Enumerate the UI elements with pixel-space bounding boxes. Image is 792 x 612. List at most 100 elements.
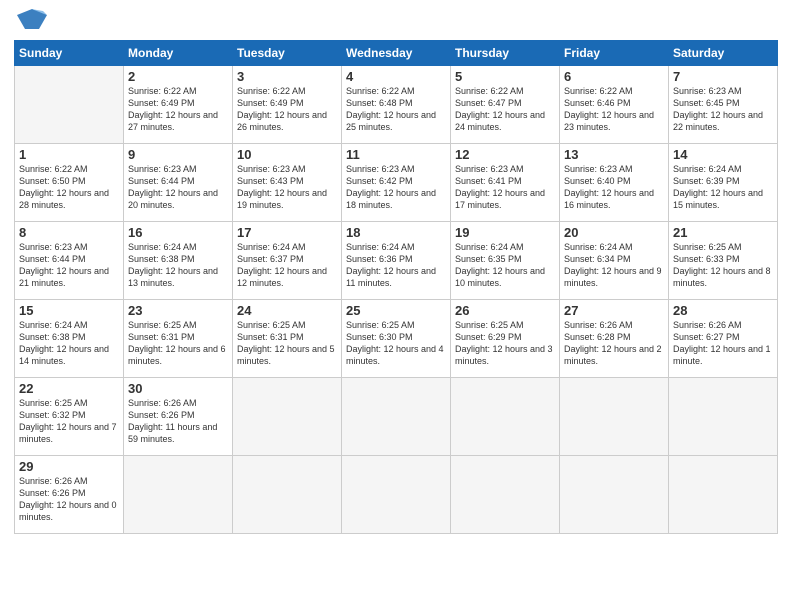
calendar-cell: 12 Sunrise: 6:23 AMSunset: 6:41 PMDaylig…	[451, 143, 560, 221]
calendar-cell	[560, 455, 669, 533]
cell-content: Sunrise: 6:23 AMSunset: 6:44 PMDaylight:…	[19, 242, 109, 288]
day-number: 24	[237, 303, 337, 318]
cell-content: Sunrise: 6:26 AMSunset: 6:26 PMDaylight:…	[19, 476, 117, 522]
day-header-friday: Friday	[560, 40, 669, 65]
calendar-cell: 22 Sunrise: 6:25 AMSunset: 6:32 PMDaylig…	[15, 377, 124, 455]
cell-content: Sunrise: 6:23 AMSunset: 6:42 PMDaylight:…	[346, 164, 436, 210]
cell-content: Sunrise: 6:25 AMSunset: 6:29 PMDaylight:…	[455, 320, 553, 366]
day-number: 8	[19, 225, 119, 240]
cell-content: Sunrise: 6:22 AMSunset: 6:49 PMDaylight:…	[237, 86, 327, 132]
calendar-cell: 27 Sunrise: 6:26 AMSunset: 6:28 PMDaylig…	[560, 299, 669, 377]
calendar-cell: 24 Sunrise: 6:25 AMSunset: 6:31 PMDaylig…	[233, 299, 342, 377]
cell-content: Sunrise: 6:23 AMSunset: 6:45 PMDaylight:…	[673, 86, 763, 132]
day-header-saturday: Saturday	[669, 40, 778, 65]
day-number: 7	[673, 69, 773, 84]
day-number: 12	[455, 147, 555, 162]
calendar-body: 2 Sunrise: 6:22 AMSunset: 6:49 PMDayligh…	[15, 65, 778, 533]
day-number: 27	[564, 303, 664, 318]
calendar-cell: 13 Sunrise: 6:23 AMSunset: 6:40 PMDaylig…	[560, 143, 669, 221]
cell-content: Sunrise: 6:23 AMSunset: 6:40 PMDaylight:…	[564, 164, 654, 210]
calendar-week-5: 29 Sunrise: 6:26 AMSunset: 6:26 PMDaylig…	[15, 455, 778, 533]
day-number: 15	[19, 303, 119, 318]
day-number: 29	[19, 459, 119, 474]
logo	[14, 14, 47, 34]
cell-content: Sunrise: 6:23 AMSunset: 6:41 PMDaylight:…	[455, 164, 545, 210]
day-number: 18	[346, 225, 446, 240]
day-number: 14	[673, 147, 773, 162]
day-number: 19	[455, 225, 555, 240]
calendar-cell: 30 Sunrise: 6:26 AMSunset: 6:26 PMDaylig…	[124, 377, 233, 455]
calendar-cell: 25 Sunrise: 6:25 AMSunset: 6:30 PMDaylig…	[342, 299, 451, 377]
day-number: 20	[564, 225, 664, 240]
calendar-cell: 9 Sunrise: 6:23 AMSunset: 6:44 PMDayligh…	[124, 143, 233, 221]
cell-content: Sunrise: 6:26 AMSunset: 6:28 PMDaylight:…	[564, 320, 662, 366]
calendar-week-1: 1 Sunrise: 6:22 AMSunset: 6:50 PMDayligh…	[15, 143, 778, 221]
calendar-cell: 11 Sunrise: 6:23 AMSunset: 6:42 PMDaylig…	[342, 143, 451, 221]
day-number: 6	[564, 69, 664, 84]
day-number: 13	[564, 147, 664, 162]
calendar-cell	[451, 455, 560, 533]
calendar-cell: 19 Sunrise: 6:24 AMSunset: 6:35 PMDaylig…	[451, 221, 560, 299]
day-header-sunday: Sunday	[15, 40, 124, 65]
day-number: 17	[237, 225, 337, 240]
day-header-wednesday: Wednesday	[342, 40, 451, 65]
calendar-cell	[560, 377, 669, 455]
day-number: 25	[346, 303, 446, 318]
day-number: 16	[128, 225, 228, 240]
calendar-cell: 3 Sunrise: 6:22 AMSunset: 6:49 PMDayligh…	[233, 65, 342, 143]
cell-content: Sunrise: 6:24 AMSunset: 6:39 PMDaylight:…	[673, 164, 763, 210]
day-header-monday: Monday	[124, 40, 233, 65]
calendar-cell: 16 Sunrise: 6:24 AMSunset: 6:38 PMDaylig…	[124, 221, 233, 299]
day-number: 3	[237, 69, 337, 84]
calendar-cell: 23 Sunrise: 6:25 AMSunset: 6:31 PMDaylig…	[124, 299, 233, 377]
calendar-week-2: 8 Sunrise: 6:23 AMSunset: 6:44 PMDayligh…	[15, 221, 778, 299]
calendar-cell	[342, 455, 451, 533]
day-number: 30	[128, 381, 228, 396]
calendar-cell: 2 Sunrise: 6:22 AMSunset: 6:49 PMDayligh…	[124, 65, 233, 143]
day-number: 22	[19, 381, 119, 396]
cell-content: Sunrise: 6:24 AMSunset: 6:34 PMDaylight:…	[564, 242, 662, 288]
calendar-cell	[669, 455, 778, 533]
calendar-cell: 14 Sunrise: 6:24 AMSunset: 6:39 PMDaylig…	[669, 143, 778, 221]
day-number: 28	[673, 303, 773, 318]
calendar-table: SundayMondayTuesdayWednesdayThursdayFrid…	[14, 40, 778, 534]
calendar-cell	[669, 377, 778, 455]
calendar-cell: 21 Sunrise: 6:25 AMSunset: 6:33 PMDaylig…	[669, 221, 778, 299]
calendar-cell: 4 Sunrise: 6:22 AMSunset: 6:48 PMDayligh…	[342, 65, 451, 143]
calendar-cell	[342, 377, 451, 455]
cell-content: Sunrise: 6:22 AMSunset: 6:46 PMDaylight:…	[564, 86, 654, 132]
cell-content: Sunrise: 6:24 AMSunset: 6:38 PMDaylight:…	[19, 320, 109, 366]
calendar-cell	[233, 377, 342, 455]
calendar-cell: 6 Sunrise: 6:22 AMSunset: 6:46 PMDayligh…	[560, 65, 669, 143]
calendar-cell: 20 Sunrise: 6:24 AMSunset: 6:34 PMDaylig…	[560, 221, 669, 299]
cell-content: Sunrise: 6:24 AMSunset: 6:37 PMDaylight:…	[237, 242, 327, 288]
cell-content: Sunrise: 6:22 AMSunset: 6:48 PMDaylight:…	[346, 86, 436, 132]
calendar-cell: 29 Sunrise: 6:26 AMSunset: 6:26 PMDaylig…	[15, 455, 124, 533]
cell-content: Sunrise: 6:22 AMSunset: 6:50 PMDaylight:…	[19, 164, 109, 210]
calendar-cell: 15 Sunrise: 6:24 AMSunset: 6:38 PMDaylig…	[15, 299, 124, 377]
cell-content: Sunrise: 6:24 AMSunset: 6:35 PMDaylight:…	[455, 242, 545, 288]
day-number: 9	[128, 147, 228, 162]
calendar-cell: 8 Sunrise: 6:23 AMSunset: 6:44 PMDayligh…	[15, 221, 124, 299]
day-number: 4	[346, 69, 446, 84]
cell-content: Sunrise: 6:26 AMSunset: 6:26 PMDaylight:…	[128, 398, 217, 444]
calendar-week-3: 15 Sunrise: 6:24 AMSunset: 6:38 PMDaylig…	[15, 299, 778, 377]
calendar-cell	[233, 455, 342, 533]
day-number: 5	[455, 69, 555, 84]
day-number: 11	[346, 147, 446, 162]
calendar-cell: 26 Sunrise: 6:25 AMSunset: 6:29 PMDaylig…	[451, 299, 560, 377]
calendar-cell: 17 Sunrise: 6:24 AMSunset: 6:37 PMDaylig…	[233, 221, 342, 299]
day-header-thursday: Thursday	[451, 40, 560, 65]
calendar-week-4: 22 Sunrise: 6:25 AMSunset: 6:32 PMDaylig…	[15, 377, 778, 455]
cell-content: Sunrise: 6:25 AMSunset: 6:31 PMDaylight:…	[237, 320, 335, 366]
cell-content: Sunrise: 6:25 AMSunset: 6:31 PMDaylight:…	[128, 320, 226, 366]
calendar-cell	[124, 455, 233, 533]
calendar-cell: 10 Sunrise: 6:23 AMSunset: 6:43 PMDaylig…	[233, 143, 342, 221]
cell-content: Sunrise: 6:25 AMSunset: 6:32 PMDaylight:…	[19, 398, 117, 444]
cell-content: Sunrise: 6:25 AMSunset: 6:30 PMDaylight:…	[346, 320, 444, 366]
cell-content: Sunrise: 6:26 AMSunset: 6:27 PMDaylight:…	[673, 320, 771, 366]
calendar-cell: 28 Sunrise: 6:26 AMSunset: 6:27 PMDaylig…	[669, 299, 778, 377]
calendar-cell	[15, 65, 124, 143]
day-number: 1	[19, 147, 119, 162]
day-number: 26	[455, 303, 555, 318]
